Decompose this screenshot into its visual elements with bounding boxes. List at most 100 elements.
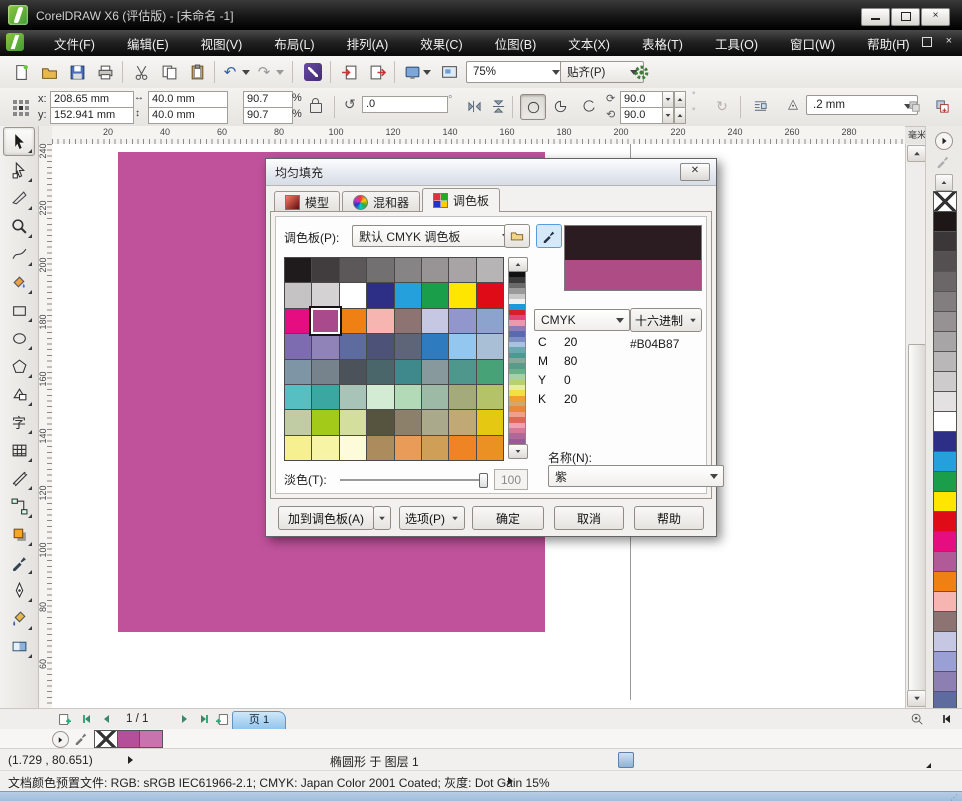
options-dropdown-button[interactable]: 选项(P) [399,506,465,530]
ellipse-mode-button[interactable] [520,94,546,120]
grid-color-swatch[interactable] [477,309,503,333]
cut-button[interactable] [128,59,154,85]
palette-swatch[interactable] [933,311,957,332]
vertical-scroll-thumb[interactable] [908,344,926,696]
palette-swatch[interactable] [933,231,957,252]
scroll-down-arrow[interactable] [907,690,926,707]
mirror-vertical-button[interactable] [486,94,510,118]
menu-item-2[interactable]: 视图(V) [185,30,259,57]
grid-color-swatch[interactable] [449,258,475,282]
palette-scroll-up[interactable] [935,174,953,191]
profile-flyout-arrow[interactable] [508,777,513,785]
grid-color-swatch[interactable] [285,258,311,282]
grid-color-swatch[interactable] [422,258,448,282]
wrap-paragraph-button[interactable] [902,94,926,118]
horizontal-ruler[interactable]: 20406080100120140160180200220240260280 [52,126,905,145]
import-button[interactable] [336,59,362,85]
last-page-button[interactable] [196,711,213,727]
drop-shadow-tool[interactable] [4,521,34,548]
proofing-status-icon[interactable] [618,752,634,768]
undo-dropdown[interactable] [240,59,252,85]
restore-button[interactable] [891,8,920,26]
grid-color-swatch[interactable] [285,385,311,409]
save-button[interactable] [64,59,90,85]
outline-color-well[interactable] [139,730,163,748]
tint-slider-thumb[interactable] [479,473,488,488]
zoom-tool[interactable] [4,213,34,240]
doc-minimize-icon[interactable]: ─ [900,35,908,47]
palette-swatch[interactable] [933,551,957,572]
grid-color-swatch[interactable] [285,309,311,333]
palette-swatch[interactable] [933,371,957,392]
grid-color-swatch[interactable] [449,360,475,384]
grid-color-swatch[interactable] [340,436,366,460]
menu-item-4[interactable]: 排列(A) [331,30,405,57]
palette-swatch[interactable] [933,451,957,472]
interactive-fill-tool[interactable] [4,633,34,660]
grid-color-swatch[interactable] [422,309,448,333]
grid-color-swatch[interactable] [312,258,338,282]
grid-color-swatch[interactable] [422,410,448,434]
doc-restore-icon[interactable] [922,37,932,47]
open-button[interactable] [36,59,62,85]
next-page-button[interactable] [176,711,193,727]
grid-color-swatch[interactable] [312,334,338,358]
grid-color-swatch[interactable] [285,436,311,460]
membership-flyout[interactable] [926,763,931,768]
rotation-field[interactable]: .0 [362,96,448,113]
grid-color-swatch[interactable] [395,360,421,384]
tab-models[interactable]: 模型 [274,191,340,212]
grid-color-swatch[interactable] [312,385,338,409]
scale-h-field[interactable]: 90.7 [243,91,293,108]
ok-button[interactable]: 确定 [472,506,544,530]
grid-color-swatch[interactable] [449,334,475,358]
grid-color-swatch[interactable] [285,410,311,434]
application-launcher-button[interactable] [400,59,434,85]
table-tool[interactable] [4,437,34,464]
lock-ratio-icon[interactable] [310,98,322,113]
add-page-end-button[interactable] [214,711,231,727]
grid-color-swatch[interactable] [449,309,475,333]
hexadecimal-button[interactable]: 十六进制 [630,308,702,332]
grid-color-swatch[interactable] [312,410,338,434]
search-content-button[interactable] [300,59,326,85]
grid-color-swatch[interactable] [367,410,393,434]
previous-page-button[interactable] [98,711,115,727]
grid-color-swatch[interactable] [449,410,475,434]
menu-item-8[interactable]: 表格(T) [626,30,699,57]
rectangle-tool[interactable] [4,297,34,324]
palette-swatch[interactable] [933,291,957,312]
paste-button[interactable] [184,59,210,85]
tint-value-box[interactable]: 100 [494,469,528,490]
end-angle-spin-up[interactable] [674,107,686,124]
palette-eyedropper-icon[interactable] [936,154,950,171]
grid-color-swatch[interactable] [395,410,421,434]
tint-slider[interactable] [340,479,484,482]
grid-color-swatch[interactable] [367,309,393,333]
outline-pen-tool[interactable] [4,577,34,604]
grid-color-swatch[interactable] [422,436,448,460]
arc-mode-button[interactable] [576,94,600,118]
tab-palettes[interactable]: 调色板 [422,188,500,212]
grid-color-swatch[interactable] [340,283,366,307]
grid-color-swatch[interactable] [449,436,475,460]
grid-color-swatch[interactable] [422,283,448,307]
coords-flyout-arrow[interactable] [128,756,133,764]
grid-color-swatch[interactable] [477,436,503,460]
help-button[interactable]: 帮助 [634,506,704,530]
collapse-palette-arrow[interactable] [938,711,955,727]
color-eyedropper-tool[interactable] [4,549,34,576]
redo-dropdown[interactable] [274,59,286,85]
end-angle-spin-down[interactable] [662,107,674,124]
grid-color-swatch[interactable] [340,334,366,358]
resize-grip[interactable]: ⋰ [950,793,959,801]
grid-color-swatch[interactable] [367,283,393,307]
first-page-button[interactable] [78,711,95,727]
palette-flyout-button[interactable] [935,132,953,150]
crop-tool[interactable] [4,185,34,212]
no-fill-well[interactable] [94,730,118,748]
grid-color-swatch[interactable] [477,283,503,307]
grid-color-swatch[interactable] [285,360,311,384]
grid-color-swatch[interactable] [477,258,503,282]
palette-swatch[interactable] [933,651,957,672]
